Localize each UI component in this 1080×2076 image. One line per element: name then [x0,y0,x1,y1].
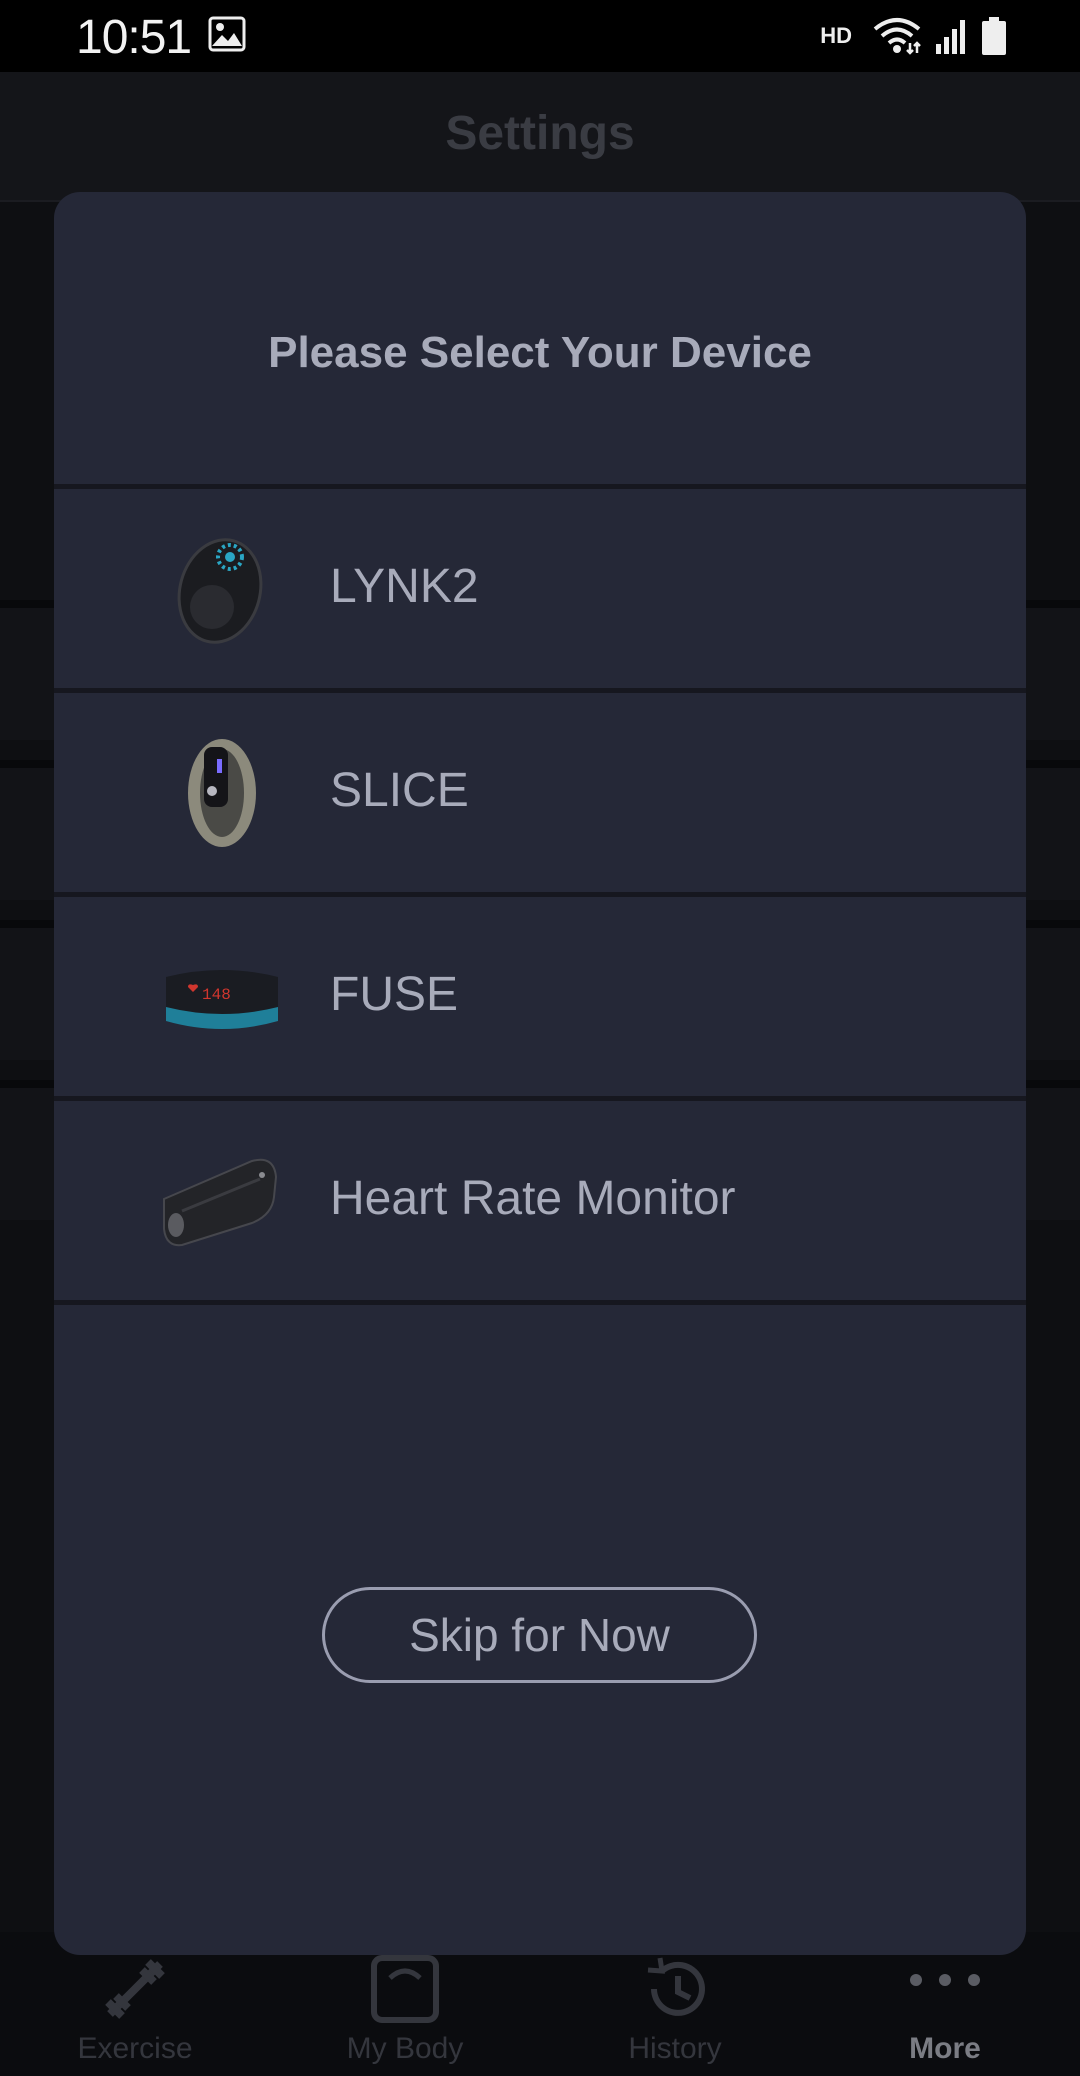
signal-icon [936,20,965,54]
dumbbell-icon [105,1959,165,2019]
device-item-fuse[interactable]: 148 FUSE [54,897,1026,1096]
scale-icon [371,1955,439,2023]
divider [54,1300,1026,1305]
network-label: HD [820,23,852,48]
heart-rate-monitor-device-icon [163,1158,278,1247]
tab-label: More [909,2032,981,2065]
device-item-lynk2[interactable]: LYNK2 [54,489,1026,688]
wifi-icon [873,18,921,55]
tab-label: History [628,2032,722,2065]
device-label: SLICE [330,764,469,817]
tab-label: My Body [346,2032,464,2065]
image-icon [208,16,246,52]
device-select-dialog: Please Select Your Device LYNK2 SLICE 14… [54,192,1026,1955]
skip-for-now-button[interactable]: Skip for Now [322,1587,757,1683]
device-label: FUSE [330,968,459,1021]
status-bar: 10:51 HD [0,0,1080,72]
history-icon [647,1957,705,2016]
dialog-title: Please Select Your Device [268,328,812,377]
status-time: 10:51 [76,11,192,64]
slice-device-icon [188,739,256,847]
page-title: Settings [445,107,635,160]
device-label: Heart Rate Monitor [330,1172,736,1225]
battery-icon [982,17,1006,55]
more-dots-icon [910,1974,980,1986]
status-icons: HD [820,16,1008,56]
app-header: Settings [0,72,1080,202]
lynk2-device-icon [177,538,263,644]
fuse-display-text: 148 [202,986,231,1004]
device-item-slice[interactable]: SLICE [54,693,1026,892]
tab-label: Exercise [77,2032,193,2065]
fuse-device-icon: 148 [166,970,278,1029]
device-label: LYNK2 [330,560,479,613]
device-item-heart-rate-monitor[interactable]: Heart Rate Monitor [54,1101,1026,1300]
